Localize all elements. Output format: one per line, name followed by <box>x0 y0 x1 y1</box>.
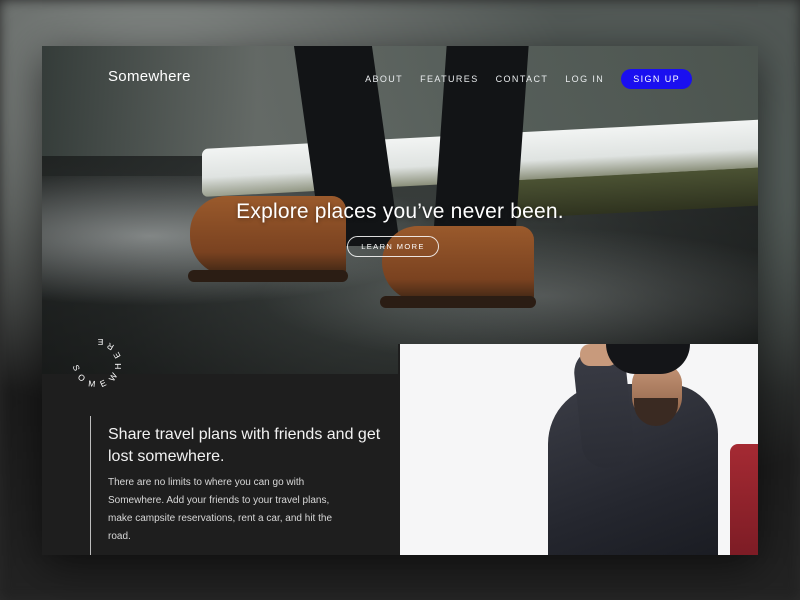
hiker-photo <box>400 344 758 555</box>
hiker-jacket <box>548 384 718 555</box>
info-body: There are no limits to where you can go … <box>108 477 332 542</box>
info-title: Share travel plans with friends and get … <box>108 426 381 465</box>
circular-brand-badge: SOMEWHERE <box>71 337 123 390</box>
vertical-divider <box>90 416 91 555</box>
right-boot-sole <box>380 296 536 308</box>
svg-text:SOMEWHERE: SOMEWHERE <box>71 337 123 390</box>
top-navigation: Somewhere ABOUT FEATURES CONTACT LOG IN … <box>42 46 758 110</box>
nav-link-about[interactable]: ABOUT <box>365 74 403 84</box>
sign-up-button[interactable]: SIGN UP <box>621 69 692 89</box>
badge-text: SOMEWHERE <box>71 337 117 390</box>
hero-image: Somewhere ABOUT FEATURES CONTACT LOG IN … <box>42 46 758 374</box>
nav-link-login[interactable]: LOG IN <box>565 74 604 84</box>
left-boot-sole <box>188 270 348 282</box>
nav-link-features[interactable]: FEATURES <box>420 74 479 84</box>
landing-page-card: Somewhere ABOUT FEATURES CONTACT LOG IN … <box>42 46 758 555</box>
learn-more-button[interactable]: LEARN MORE <box>347 236 439 257</box>
hero-headline: Explore places you’ve never been. <box>236 200 564 223</box>
red-backpack <box>730 444 758 555</box>
brand-logo[interactable]: Somewhere <box>108 68 191 85</box>
info-panel: Share travel plans with friends and get … <box>42 374 398 555</box>
nav-link-contact[interactable]: CONTACT <box>496 74 549 84</box>
nav-links: ABOUT FEATURES CONTACT LOG IN SIGN UP <box>348 69 692 89</box>
